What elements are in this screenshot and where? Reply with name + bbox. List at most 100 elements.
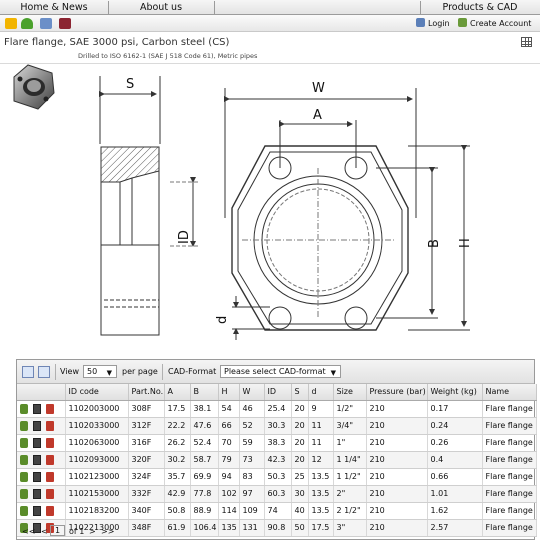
technical-drawing: S W A ID B H d xyxy=(99,76,473,340)
table-row[interactable]: 1102003000 308F 17.5 38.1 54 46 25.4 20 9 1/2" 210… xyxy=(17,400,537,418)
table-row[interactable]: 1102093000 320F 30.2 58.7 79 73 42.3 20 12 1 1/4"… xyxy=(17,451,537,469)
pdf-icon[interactable] xyxy=(46,420,54,431)
results-panel: View 50 ▼ per page CAD-Format Please sel… xyxy=(16,359,537,540)
table-cell: 1.01 xyxy=(427,485,483,503)
first-page-link[interactable]: << xyxy=(22,527,35,536)
cad-format-select[interactable]: Please select CAD-format ▼ xyxy=(220,365,341,378)
pdf-icon[interactable] xyxy=(46,403,54,414)
table-cell: 0.26 xyxy=(427,434,483,452)
table-cell: 58.7 xyxy=(190,451,219,469)
pdf-icon[interactable] xyxy=(46,505,54,516)
table-row[interactable]: 1102183200 340F 50.8 88.9 114 109 74 40 13.5 2 1/… xyxy=(17,502,537,520)
save-icon[interactable] xyxy=(33,471,41,482)
table-cell: 1" xyxy=(333,434,367,452)
table-cell: 0.66 xyxy=(427,468,483,486)
column-header[interactable]: d xyxy=(308,384,334,401)
pdf-icon[interactable] xyxy=(46,454,54,465)
cad-format-label: CAD-Format xyxy=(168,367,217,376)
login-link[interactable]: Login xyxy=(416,18,450,29)
column-header[interactable]: Size xyxy=(333,384,367,401)
table-cell: 210 xyxy=(366,400,428,418)
column-header[interactable]: Pressure (bar) xyxy=(366,384,428,401)
table-cell: 25 xyxy=(291,468,309,486)
save-icon[interactable] xyxy=(33,454,41,465)
table-view-icon[interactable] xyxy=(22,366,34,378)
save-icon[interactable] xyxy=(33,488,41,499)
table-row[interactable]: 1102033000 312F 22.2 47.6 66 52 30.3 20 11 3/4" 21… xyxy=(17,417,537,435)
table-cell: 30 xyxy=(291,485,309,503)
save-icon[interactable] xyxy=(33,505,41,516)
table-cell: 60.3 xyxy=(264,485,292,503)
page-size-select[interactable]: 50 ▼ xyxy=(83,365,117,378)
table-row[interactable]: 1102063000 316F 26.2 52.4 70 59 38.3 20 11 1" 210 0… xyxy=(17,434,537,452)
page-number-input[interactable]: 1 xyxy=(50,525,65,536)
column-header[interactable]: Weight (kg) xyxy=(427,384,483,401)
save-icon[interactable] xyxy=(33,403,41,414)
table-cell: 210 xyxy=(366,485,428,503)
table-cell: 1 1/4" xyxy=(333,451,367,469)
save-icon[interactable] xyxy=(33,437,41,448)
nav-products-cad[interactable]: Products & CAD xyxy=(420,0,540,15)
home-icon[interactable] xyxy=(5,18,17,29)
table-row[interactable]: 1102123000 324F 35.7 69.9 94 83 50.3 25 13.5 1 1/… xyxy=(17,468,537,486)
column-header[interactable]: W xyxy=(239,384,265,401)
flag-icon[interactable] xyxy=(59,18,71,29)
table-cell: 42.3 xyxy=(264,451,292,469)
table-cell: 11 xyxy=(308,434,334,452)
column-header[interactable]: H xyxy=(218,384,240,401)
table-cell: 316F xyxy=(128,434,165,452)
table-cell: Flare flange xyxy=(482,502,537,520)
column-header[interactable]: ID xyxy=(264,384,292,401)
next-page-link[interactable]: > xyxy=(89,527,96,536)
column-header[interactable]: S xyxy=(291,384,309,401)
table-cell: 312F xyxy=(128,417,165,435)
table-cell: 20 xyxy=(291,434,309,452)
prev-page-link[interactable]: < xyxy=(41,527,48,536)
per-page-label: per page xyxy=(122,367,158,376)
pdf-icon[interactable] xyxy=(46,471,54,482)
create-account-link[interactable]: Create Account xyxy=(458,18,531,29)
table-cell: 210 xyxy=(366,451,428,469)
preview-icon[interactable] xyxy=(20,488,28,499)
save-icon[interactable] xyxy=(33,420,41,431)
pdf-icon[interactable] xyxy=(46,437,54,448)
dimension-label-h: H xyxy=(458,238,473,248)
last-page-link[interactable]: >> xyxy=(101,527,114,536)
cad-format-value: Please select CAD-format xyxy=(224,367,326,376)
preview-icon[interactable] xyxy=(20,403,28,414)
table-cell: Flare flange xyxy=(482,468,537,486)
column-header[interactable]: Name xyxy=(482,384,537,401)
chevron-down-icon: ▼ xyxy=(106,369,112,377)
table-cell: 1102093000 xyxy=(65,451,129,469)
column-header[interactable]: A xyxy=(164,384,191,401)
preview-icon[interactable] xyxy=(20,437,28,448)
row-actions xyxy=(17,434,66,452)
nav-home-news[interactable]: Home & News xyxy=(0,0,108,15)
table-cell: 3/4" xyxy=(333,417,367,435)
list-view-icon[interactable] xyxy=(38,366,50,378)
table-row[interactable]: 1102153000 332F 42.9 77.8 102 97 60.3 30 13.5 2" 2… xyxy=(17,485,537,503)
dimension-label-s: S xyxy=(126,77,134,92)
table-cell: 210 xyxy=(366,417,428,435)
pdf-icon[interactable] xyxy=(46,488,54,499)
table-cell: 2" xyxy=(333,485,367,503)
column-header[interactable]: B xyxy=(190,384,219,401)
grid-view-icon[interactable] xyxy=(521,37,532,47)
nav-about-us[interactable]: About us xyxy=(108,0,214,15)
page-title: Flare flange, SAE 3000 psi, Carbon steel… xyxy=(4,37,230,48)
table-cell: 332F xyxy=(128,485,165,503)
controls-divider xyxy=(55,364,56,380)
preview-icon[interactable] xyxy=(20,454,28,465)
table-cell: 1102033000 xyxy=(65,417,129,435)
table-cell: 324F xyxy=(128,468,165,486)
mail-icon[interactable] xyxy=(40,18,52,29)
table-cell: 109 xyxy=(239,502,265,520)
column-header[interactable]: ID code xyxy=(65,384,129,401)
preview-icon[interactable] xyxy=(20,420,28,431)
preview-icon[interactable] xyxy=(20,471,28,482)
preview-icon[interactable] xyxy=(20,505,28,516)
up-icon[interactable] xyxy=(21,18,33,29)
table-header-row: ID code Part.No. A B H W ID Sd Size Pressure (bar… xyxy=(17,384,537,401)
table-cell: 0.17 xyxy=(427,400,483,418)
column-header[interactable]: Part.No. xyxy=(128,384,165,401)
